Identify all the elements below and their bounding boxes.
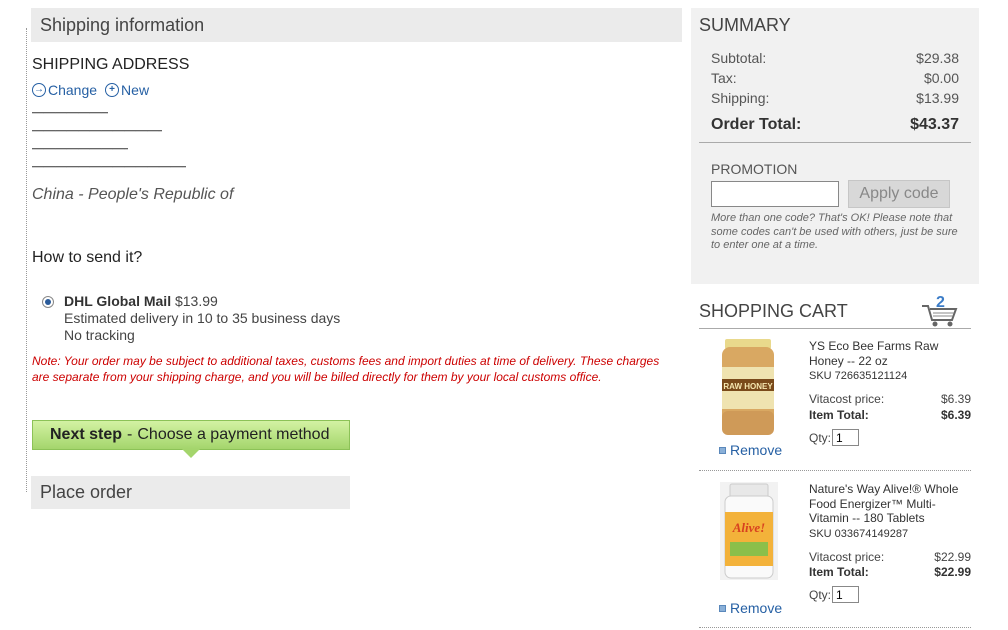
next-step-dash: - bbox=[127, 426, 133, 443]
place-order-header: Place order bbox=[31, 476, 350, 509]
tax-value: $0.00 bbox=[923, 70, 959, 86]
shipping-option-delivery: Estimated delivery in 10 to 35 business … bbox=[64, 310, 341, 326]
subtotal-value: $29.38 bbox=[916, 50, 959, 66]
alive-multivitamin-product-image[interactable]: Alive! bbox=[720, 482, 778, 580]
summary-divider bbox=[699, 142, 971, 143]
how-to-send-heading: How to send it? bbox=[32, 249, 143, 266]
shipping-information-title: Shipping information bbox=[40, 14, 205, 35]
vitacost-price-label: Vitacost price: bbox=[809, 550, 885, 564]
product-name[interactable]: YS Eco Bee Farms Raw Honey -- 22 oz bbox=[809, 339, 969, 368]
shipping-option-price: $13.99 bbox=[174, 293, 218, 309]
cart-divider bbox=[699, 328, 971, 329]
shipping-row: Shipping: $13.99 bbox=[711, 90, 959, 106]
remove-icon bbox=[719, 446, 726, 454]
change-address-link[interactable]: → Change bbox=[32, 82, 97, 98]
dhl-shipping-radio[interactable] bbox=[42, 296, 54, 308]
cart-item-divider bbox=[699, 627, 971, 628]
product-image-label: Alive! bbox=[732, 520, 766, 535]
remove-item-link[interactable]: Remove bbox=[719, 442, 782, 458]
new-address-label: New bbox=[121, 82, 150, 98]
remove-icon bbox=[719, 604, 726, 612]
item-total-row: Item Total: $22.99 bbox=[809, 565, 971, 579]
vitacost-price-label: Vitacost price: bbox=[809, 392, 885, 406]
summary-title: SUMMARY bbox=[699, 15, 791, 35]
shipping-label: Shipping: bbox=[711, 90, 770, 106]
promo-code-input[interactable] bbox=[711, 181, 839, 207]
subtotal-label: Subtotal: bbox=[711, 50, 767, 66]
next-step-button[interactable]: Next step - Choose a payment method bbox=[32, 420, 350, 458]
redacted-address-line: ▔▔▔▔▔▔▔ bbox=[32, 112, 108, 122]
vitacost-price-value: $22.99 bbox=[934, 550, 971, 564]
product-sku: SKU 726635121124 bbox=[809, 370, 908, 382]
vitacost-price-row: Vitacost price: $6.39 bbox=[809, 392, 971, 406]
place-order-title: Place order bbox=[40, 482, 133, 502]
shipping-value: $13.99 bbox=[916, 90, 959, 106]
next-step-label: Choose a payment method bbox=[137, 426, 330, 443]
qty-label: Qty: bbox=[809, 431, 832, 445]
address-country: China - People's Republic of bbox=[32, 186, 234, 203]
vitacost-price-value: $6.39 bbox=[940, 392, 971, 406]
shipping-option: DHL Global Mail $13.99 Estimated deliver… bbox=[64, 293, 340, 344]
shipping-information-header: Shipping information bbox=[31, 8, 682, 42]
order-summary-panel: SUMMARY Subtotal: $29.38 Tax: $0.00 Ship… bbox=[691, 8, 979, 284]
item-total-row: Item Total: $6.39 bbox=[809, 408, 971, 422]
new-address-link[interactable]: + New bbox=[105, 82, 149, 98]
customs-note: Note: Your order may be subject to addit… bbox=[32, 354, 660, 384]
cart-count-badge: 2 bbox=[936, 294, 945, 311]
remove-label: Remove bbox=[730, 600, 783, 616]
shipping-address-block: ▔▔▔▔▔▔▔ ▔▔▔▔▔▔▔▔▔▔▔▔ ▔▔▔▔▔▔▔▔▔ ▔▔▔▔▔▔▔▔▔… bbox=[32, 110, 272, 214]
tax-label: Tax: bbox=[711, 70, 737, 86]
remove-label: Remove bbox=[730, 442, 783, 458]
section-rail bbox=[26, 28, 27, 492]
order-total-value: $43.37 bbox=[910, 116, 959, 133]
next-step-bold-label: Next step bbox=[50, 426, 123, 443]
cart-item-divider bbox=[699, 470, 971, 471]
product-image-label: RAW HONEY bbox=[723, 382, 773, 391]
redacted-address-line: ▁▁▁▁▁▁▁▁▁ bbox=[32, 208, 130, 214]
arrow-circle-icon: → bbox=[32, 83, 46, 97]
shipping-address-heading: SHIPPING ADDRESS bbox=[32, 56, 190, 73]
address-links: → Change + New bbox=[32, 82, 149, 98]
plus-circle-icon: + bbox=[105, 83, 120, 97]
vitacost-price-row: Vitacost price: $22.99 bbox=[809, 550, 971, 564]
quantity-input[interactable] bbox=[832, 429, 859, 446]
shopping-cart-title: SHOPPING CART bbox=[699, 301, 848, 321]
remove-item-link[interactable]: Remove bbox=[719, 600, 782, 616]
subtotal-row: Subtotal: $29.38 bbox=[711, 50, 959, 66]
shipping-option-name: DHL Global Mail bbox=[64, 293, 172, 309]
quantity-input[interactable] bbox=[832, 586, 859, 603]
redacted-address-line: ▔▔▔▔▔▔▔▔▔▔▔▔ bbox=[32, 130, 162, 140]
product-name[interactable]: Nature's Way Alive!® Whole Food Energize… bbox=[809, 482, 969, 526]
product-sku: SKU 033674149287 bbox=[809, 528, 909, 540]
apply-code-button[interactable]: Apply code bbox=[848, 180, 950, 208]
promo-note: More than one code? That's OK! Please no… bbox=[711, 212, 958, 251]
qty-label: Qty: bbox=[809, 588, 832, 602]
item-total-label: Item Total: bbox=[809, 565, 869, 579]
redacted-address-line: ▔▔▔▔▔▔▔▔▔ bbox=[32, 148, 128, 158]
promotion-label: PROMOTION bbox=[711, 161, 798, 177]
item-total-value: $22.99 bbox=[934, 565, 971, 579]
down-arrow-icon bbox=[182, 449, 200, 458]
item-total-value: $6.39 bbox=[940, 408, 971, 422]
raw-honey-product-image[interactable]: RAW HONEY bbox=[719, 339, 777, 437]
shipping-option-tracking: No tracking bbox=[64, 327, 135, 343]
order-total-label: Order Total: bbox=[711, 116, 802, 133]
item-total-label: Item Total: bbox=[809, 408, 869, 422]
redacted-address-line: ▔▔▔▔▔▔▔▔▔▔▔▔▔▔ bbox=[32, 166, 186, 176]
change-address-label: Change bbox=[48, 82, 98, 98]
order-total-row: Order Total: $43.37 bbox=[711, 116, 959, 134]
tax-row: Tax: $0.00 bbox=[711, 70, 959, 86]
